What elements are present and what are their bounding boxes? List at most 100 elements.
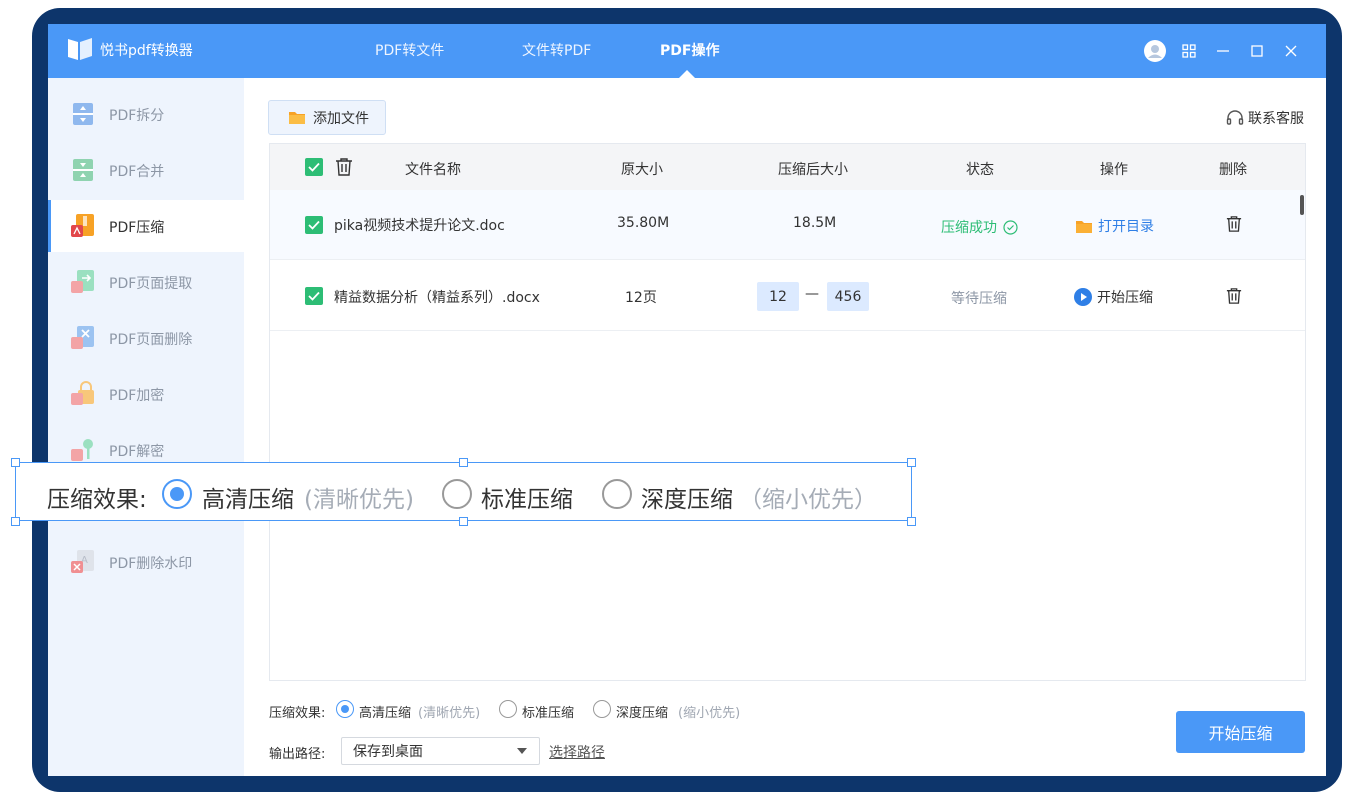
- page-from-input[interactable]: 12: [757, 282, 799, 311]
- radio-hd[interactable]: [336, 700, 354, 718]
- sidebar-item-label: PDF删除水印: [109, 556, 193, 572]
- delete-page-icon: [71, 326, 94, 349]
- table-header: 文件名称 原大小 压缩后大小 状态 操作 删除: [270, 144, 1305, 190]
- start-compress-link[interactable]: 开始压缩: [1074, 287, 1153, 307]
- compressed-size: 18.5M: [793, 215, 837, 231]
- tab-pdf-to-file[interactable]: PDF转文件: [375, 40, 444, 60]
- zoom-effect-label: 压缩效果:: [47, 487, 147, 513]
- sidebar-item-encrypt[interactable]: PDF加密: [48, 368, 244, 420]
- option-deep-hint: (缩小优先): [678, 706, 741, 721]
- zoom-radio-hd[interactable]: [162, 479, 192, 509]
- sidebar-item-label: PDF解密: [109, 444, 165, 460]
- delete-row-icon[interactable]: [1226, 287, 1242, 305]
- orig-size: 35.80M: [617, 215, 670, 231]
- add-file-label: 添加文件: [313, 110, 369, 127]
- success-check-icon: [1003, 220, 1019, 235]
- table-row: 精益数据分析（精益系列）.docx 12页 12 — 456 等待压缩 开始压缩: [270, 261, 1305, 331]
- table-row: pika视频技术提升论文.doc 35.80M 18.5M 压缩成功 打开目录: [270, 190, 1305, 260]
- minimize-icon[interactable]: [1210, 38, 1236, 64]
- col-name: 文件名称: [405, 162, 461, 178]
- check-icon: [308, 220, 320, 230]
- resize-handle[interactable]: [459, 517, 468, 526]
- row-checkbox[interactable]: [305, 287, 323, 305]
- select-all-checkbox[interactable]: [305, 158, 323, 176]
- play-icon: [1074, 288, 1092, 306]
- radio-standard[interactable]: [499, 700, 517, 718]
- col-orig-size: 原大小: [621, 162, 663, 178]
- zoom-option-hd-hint: (清晰优先): [304, 487, 414, 513]
- output-path-select[interactable]: 保存到桌面: [341, 737, 540, 765]
- choose-path-link[interactable]: 选择路径: [549, 742, 605, 762]
- open-folder-link[interactable]: 打开目录: [1076, 216, 1154, 236]
- delete-row-icon[interactable]: [1226, 215, 1242, 233]
- row-checkbox[interactable]: [305, 216, 323, 234]
- file-name: pika视频技术提升论文.doc: [334, 218, 505, 234]
- sidebar-item-merge[interactable]: PDF合并: [48, 144, 244, 196]
- dropdown-arrow-icon: [517, 748, 527, 754]
- grid-menu-icon[interactable]: [1176, 38, 1202, 64]
- zoom-option-hd[interactable]: 高清压缩: [202, 480, 294, 514]
- sidebar-item-label: PDF加密: [109, 388, 165, 404]
- page-range-dash: —: [805, 286, 819, 302]
- sidebar-item-compress[interactable]: PDF压缩: [48, 200, 244, 252]
- merge-icon: [73, 159, 93, 181]
- page-to-input[interactable]: 456: [827, 282, 869, 311]
- title-bar: 悦书pdf转换器 PDF转文件 文件转PDF PDF操作: [48, 24, 1326, 79]
- option-hd-hint: (清晰优先): [418, 706, 481, 721]
- zoom-radio-deep[interactable]: [602, 479, 632, 509]
- sidebar-item-split[interactable]: PDF拆分: [48, 88, 244, 140]
- option-hd-label[interactable]: 高清压缩: [359, 702, 411, 721]
- key-icon: [71, 439, 93, 461]
- resize-handle[interactable]: [11, 517, 20, 526]
- scrollbar[interactable]: [1300, 195, 1304, 215]
- output-path-label: 输出路径:: [269, 747, 326, 762]
- resize-handle[interactable]: [459, 458, 468, 467]
- contact-service-link[interactable]: 联系客服: [1226, 108, 1304, 128]
- col-status: 状态: [966, 162, 994, 178]
- maximize-icon[interactable]: [1244, 38, 1270, 64]
- sidebar-item-label: PDF页面删除: [109, 332, 193, 348]
- sidebar: PDF拆分 PDF合并 PDF压缩 PDF页面提取 PDF页面删除 PDF加密 …: [48, 78, 244, 776]
- remove-watermark-icon: A: [71, 550, 94, 573]
- extract-icon: [71, 270, 94, 293]
- book-logo-icon: [68, 38, 92, 60]
- start-compress-button[interactable]: 开始压缩: [1176, 711, 1305, 753]
- compress-icon: [71, 214, 94, 237]
- sidebar-item-extract[interactable]: PDF页面提取: [48, 256, 244, 308]
- sidebar-item-remove-watermark[interactable]: A PDF删除水印: [48, 536, 244, 588]
- sidebar-item-label: PDF拆分: [109, 108, 165, 124]
- col-compressed-size: 压缩后大小: [778, 162, 848, 178]
- contact-service-label: 联系客服: [1248, 111, 1304, 127]
- tab-pdf-operations[interactable]: PDF操作: [660, 40, 719, 60]
- split-icon: [73, 103, 93, 125]
- lock-icon: [71, 381, 94, 405]
- tab-file-to-pdf[interactable]: 文件转PDF: [522, 40, 591, 60]
- avatar-icon[interactable]: [1142, 38, 1168, 64]
- zoom-option-deep[interactable]: 深度压缩: [641, 480, 733, 514]
- resize-handle[interactable]: [907, 458, 916, 467]
- start-compress-label: 开始压缩: [1097, 290, 1153, 306]
- check-icon: [308, 291, 320, 301]
- zoom-option-standard[interactable]: 标准压缩: [481, 480, 573, 514]
- zoom-radio-standard[interactable]: [442, 479, 472, 509]
- open-folder-label: 打开目录: [1098, 219, 1154, 235]
- option-deep-label[interactable]: 深度压缩: [616, 702, 668, 721]
- sidebar-item-label: PDF合并: [109, 164, 165, 180]
- option-standard-label[interactable]: 标准压缩: [522, 702, 574, 721]
- sidebar-item-label: PDF页面提取: [109, 276, 193, 292]
- status-text: 压缩成功: [941, 220, 997, 236]
- resize-handle[interactable]: [907, 517, 916, 526]
- file-table: 文件名称 原大小 压缩后大小 状态 操作 删除 pika视频技术提升论文.doc…: [269, 143, 1306, 681]
- resize-handle[interactable]: [11, 458, 20, 467]
- sidebar-item-delete-page[interactable]: PDF页面删除: [48, 312, 244, 364]
- folder-icon: [289, 112, 305, 124]
- close-icon[interactable]: [1278, 38, 1304, 64]
- effect-label: 压缩效果:: [269, 706, 326, 721]
- status-success: 压缩成功: [941, 217, 1019, 237]
- active-tab-caret: [678, 70, 696, 79]
- radio-deep[interactable]: [593, 700, 611, 718]
- trash-icon[interactable]: [335, 157, 353, 177]
- check-icon: [308, 162, 320, 172]
- add-file-button[interactable]: 添加文件: [268, 100, 386, 135]
- folder-icon: [1076, 220, 1092, 233]
